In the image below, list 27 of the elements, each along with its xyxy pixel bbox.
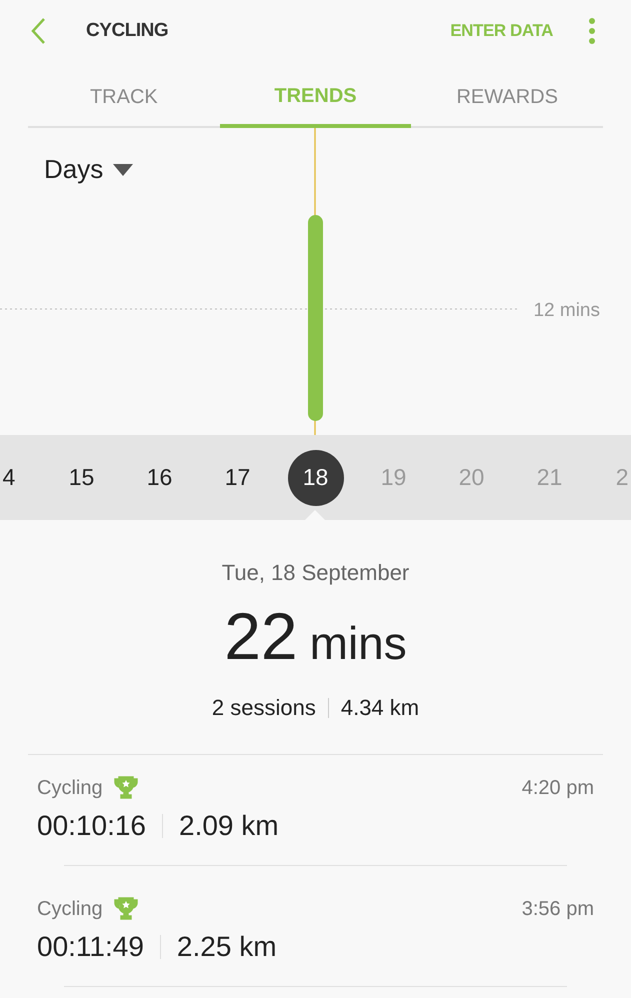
session-name: Cycling — [37, 776, 103, 801]
day-button[interactable]: 4 — [2, 450, 16, 506]
session-duration: 00:11:49 — [37, 930, 144, 964]
more-icon — [589, 18, 595, 44]
session-time: 3:56 pm — [522, 897, 594, 922]
session-duration: 00:10:16 — [37, 809, 146, 843]
session-row[interactable]: Cycling 3:56 pm 00:11:49 2.25 km — [37, 876, 594, 997]
session-distance: 2.25 km — [176, 930, 277, 964]
trophy-icon — [112, 775, 139, 801]
session-count: 2 sessions — [212, 694, 316, 722]
day-button[interactable]: 16 — [146, 450, 172, 506]
session-name: Cycling — [37, 897, 103, 922]
session-time: 4:20 pm — [522, 776, 594, 801]
duration-value: 22 — [224, 603, 298, 669]
selected-date: Tue, 18 September — [222, 559, 410, 587]
total-distance: 4.34 km — [340, 694, 420, 722]
dropdown-caret-icon — [113, 164, 134, 176]
page-title: CYCLING — [86, 18, 168, 43]
day-button[interactable]: 18 — [288, 450, 344, 506]
back-icon — [30, 17, 46, 45]
period-dropdown[interactable]: Days — [44, 150, 134, 189]
session-distance: 2.09 km — [179, 809, 279, 843]
duration-unit: mins — [310, 620, 407, 666]
session-row[interactable]: Cycling 4:20 pm 00:10:16 2.09 km — [37, 755, 594, 876]
day-button[interactable]: 17 — [224, 450, 250, 506]
trophy-icon — [112, 896, 139, 922]
day-button[interactable]: 15 — [68, 450, 94, 506]
